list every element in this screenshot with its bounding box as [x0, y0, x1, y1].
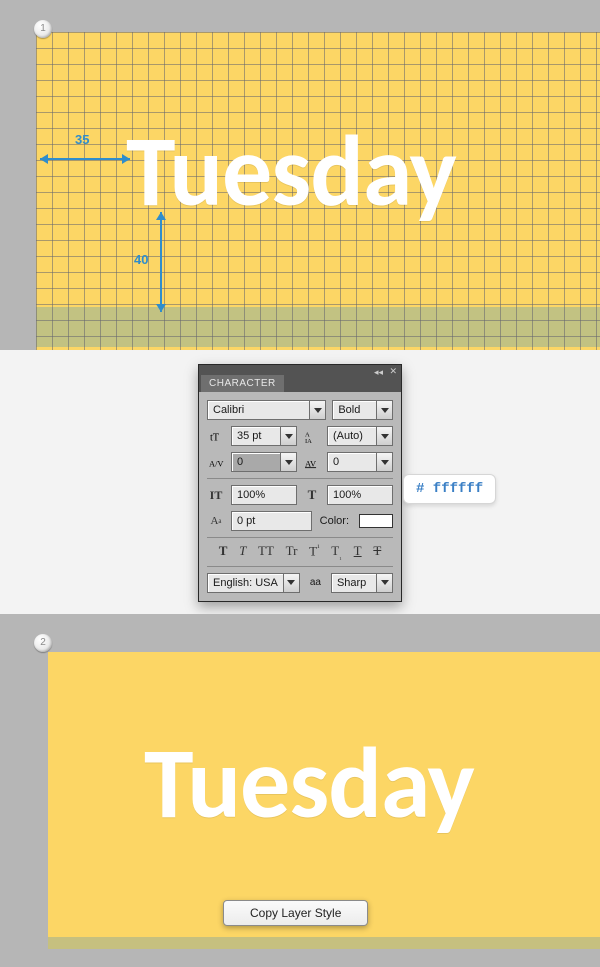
chevron-down-icon[interactable] — [376, 574, 392, 592]
language-select[interactable]: English: USA — [207, 573, 300, 593]
baseline-shift-input[interactable]: 0 pt — [231, 511, 312, 531]
kerning-icon: A/V — [207, 453, 225, 471]
chevron-down-icon[interactable] — [280, 427, 296, 445]
vertical-measurement: 40 — [154, 212, 174, 312]
close-icon[interactable]: ✕ — [389, 366, 397, 377]
baseline-shift-icon: Aa — [207, 512, 225, 530]
text-color-swatch[interactable] — [359, 514, 393, 528]
vertical-scale-input[interactable]: 100% — [231, 485, 297, 505]
vertical-scale-icon: IT — [207, 486, 225, 504]
horizontal-scale-icon: T — [303, 486, 321, 504]
leading-icon: AIA — [303, 427, 321, 445]
chevron-down-icon[interactable] — [376, 427, 392, 445]
bold-toggle[interactable]: T — [219, 543, 228, 561]
antialias-icon: aa — [310, 577, 321, 588]
smallcaps-toggle[interactable]: Tr — [286, 543, 298, 561]
underline-toggle[interactable]: T — [354, 543, 362, 561]
chevron-down-icon[interactable] — [376, 453, 392, 471]
arrow-vertical-icon — [160, 212, 162, 312]
font-style-select[interactable]: Bold — [332, 400, 393, 420]
panel-topbar[interactable]: ◂◂ ✕ — [199, 365, 401, 375]
svg-text:IA: IA — [305, 438, 312, 444]
horizontal-scale-input[interactable]: 100% — [327, 485, 393, 505]
tracking-input[interactable]: 0 — [327, 452, 393, 472]
measurement-label: 40 — [134, 252, 148, 267]
antialias-select[interactable]: Sharp — [331, 573, 393, 593]
leading-input[interactable]: (Auto) — [327, 426, 393, 446]
superscript-toggle[interactable]: T¹ — [309, 543, 319, 561]
flyout-menu-icon[interactable]: ◂◂ — [374, 367, 383, 378]
color-label: Color: — [318, 515, 349, 527]
subscript-toggle[interactable]: T₁ — [331, 543, 342, 561]
type-style-row: T T TT Tr T¹ T₁ T T — [207, 537, 393, 567]
chevron-down-icon[interactable] — [309, 401, 325, 419]
svg-text:AV: AV — [305, 458, 316, 468]
context-menu-item-copy-layer-style[interactable]: Copy Layer Style — [223, 900, 368, 926]
measurement-label: 35 — [75, 132, 89, 147]
panel-body: Calibri Bold tT 35 pt AIA — [199, 392, 401, 601]
day-text-layer[interactable]: Tuesday — [126, 110, 456, 232]
svg-text:tT: tT — [209, 432, 219, 443]
step-badge-1: 1 — [34, 20, 52, 38]
kerning-input[interactable]: 0 — [231, 452, 297, 472]
chevron-down-icon[interactable] — [280, 453, 296, 471]
step-2-canvas: 2 Tuesday Copy Layer Style — [0, 614, 600, 967]
svg-text:A/V: A/V — [209, 458, 224, 468]
font-size-icon: tT — [207, 427, 225, 445]
strikethrough-toggle[interactable]: T — [373, 543, 381, 561]
arrow-horizontal-icon — [40, 158, 130, 160]
character-panel[interactable]: ◂◂ ✕ CHARACTER Calibri Bold tT — [198, 364, 402, 602]
font-family-select[interactable]: Calibri — [207, 400, 326, 420]
panel-tab-character[interactable]: CHARACTER — [201, 375, 284, 392]
step-badge-2: 2 — [34, 634, 52, 652]
design-canvas-1[interactable]: Tuesday 35 40 — [36, 32, 600, 350]
character-panel-section: ◂◂ ✕ CHARACTER Calibri Bold tT — [0, 350, 600, 614]
artboard-lower-band — [48, 937, 600, 949]
color-hex-callout: # ffffff — [403, 474, 496, 504]
tracking-icon: AV — [303, 453, 321, 471]
chevron-down-icon[interactable] — [283, 574, 299, 592]
day-text-layer[interactable]: Tuesday — [144, 722, 474, 844]
chevron-down-icon[interactable] — [376, 401, 392, 419]
italic-toggle[interactable]: T — [239, 543, 246, 561]
allcaps-toggle[interactable]: TT — [258, 543, 274, 561]
step-1-canvas: 1 Tuesday 35 40 — [0, 0, 600, 350]
horizontal-measurement: 35 — [40, 152, 130, 172]
font-size-input[interactable]: 35 pt — [231, 426, 297, 446]
